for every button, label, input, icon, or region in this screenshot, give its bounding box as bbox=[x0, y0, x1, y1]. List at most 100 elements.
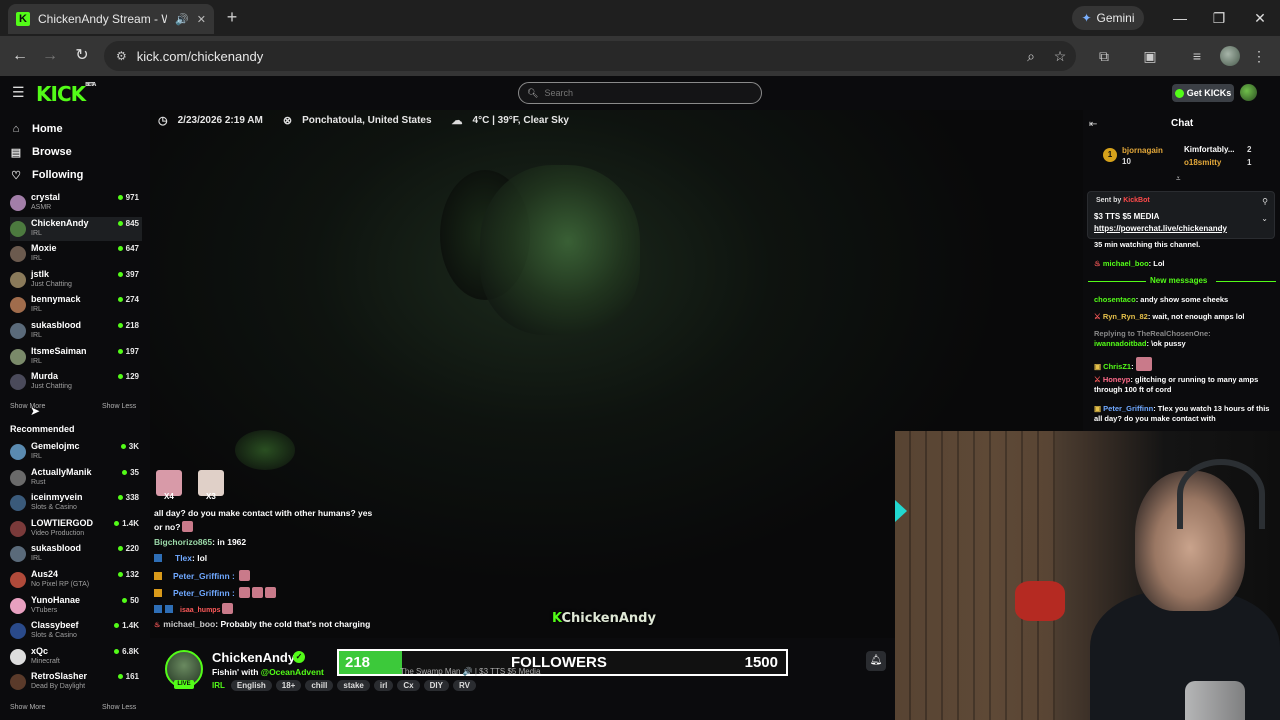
new-tab-button[interactable]: + bbox=[222, 7, 242, 27]
show-less-following-link[interactable]: Show Less bbox=[102, 403, 136, 410]
maximize-button[interactable]: ❐ bbox=[1207, 6, 1231, 30]
channel-avatar bbox=[10, 495, 26, 512]
show-less-recommended-link[interactable]: Show Less bbox=[102, 704, 136, 711]
sidebar-channel-murda[interactable]: Murda Just Chatting 129 bbox=[10, 370, 142, 394]
viewer-count-number: 197 bbox=[125, 346, 139, 356]
leaderboard-name[interactable]: Kimfortably... bbox=[1184, 145, 1235, 154]
leaderboard-name[interactable]: bjornagain bbox=[1122, 146, 1163, 155]
pin-icon[interactable]: ⚲ bbox=[1262, 197, 1268, 206]
sidebar-channel-classybeef[interactable]: Classybeef Slots & Casino 1.4K bbox=[10, 619, 142, 643]
kick-favicon-icon: K bbox=[16, 12, 30, 26]
back-icon[interactable]: ← bbox=[8, 44, 32, 68]
chat-username[interactable]: ChrisZ1 bbox=[1103, 362, 1131, 371]
chat-username[interactable]: Honeyp bbox=[1103, 375, 1131, 384]
sidebar-channel-lowtiergod[interactable]: LOWTIERGOD Video Production 1.4K bbox=[10, 517, 142, 541]
address-bar[interactable]: ⚙ kick.com/chickenandy bbox=[104, 41, 1076, 71]
chat-username[interactable]: Peter_Griffinn bbox=[1103, 404, 1153, 413]
bell-icon[interactable]: 🔔︎ bbox=[866, 651, 886, 671]
stream-glow bbox=[235, 430, 295, 470]
speaker-icon[interactable]: 🔊 bbox=[175, 13, 189, 26]
channel-watermark: KChickenAndy bbox=[552, 611, 656, 626]
gemini-button[interactable]: ✦ Gemini bbox=[1072, 6, 1144, 30]
sidebar-channel-sukasblood[interactable]: sukasblood IRL 218 bbox=[10, 319, 142, 343]
extensions-icon[interactable]: ⧉ bbox=[1092, 44, 1116, 68]
url-text[interactable]: kick.com/chickenandy bbox=[137, 49, 263, 64]
close-window-button[interactable]: ✕ bbox=[1248, 6, 1272, 30]
get-kicks-button[interactable]: Get KICKs bbox=[1172, 84, 1234, 102]
leaderboard-expand-icon[interactable]: ⩡ bbox=[1176, 174, 1181, 184]
viewer-count: 161 bbox=[117, 672, 139, 681]
sidebar-channel-chickenandy[interactable]: ChickenAndy IRL 845 bbox=[10, 216, 142, 241]
chat-username[interactable]: chosentaco bbox=[1094, 295, 1136, 304]
tag[interactable]: chill bbox=[305, 680, 334, 691]
media-control-icon[interactable]: ≡ bbox=[1185, 44, 1209, 68]
tab-close-icon[interactable]: ✕ bbox=[197, 13, 206, 26]
leaderboard-name[interactable]: o18smitty bbox=[1184, 158, 1221, 167]
sidebar-channel-sukasblood[interactable]: sukasblood IRL 220 bbox=[10, 542, 142, 566]
channel-name[interactable]: ChickenAndy bbox=[212, 650, 295, 665]
nav-home[interactable]: ⌂ Home bbox=[10, 120, 63, 138]
emote-image bbox=[265, 587, 277, 598]
sidebar-channel-yunohanae[interactable]: YunoHanae VTubers 50 bbox=[10, 594, 142, 618]
show-more-recommended-link[interactable]: Show More bbox=[10, 704, 45, 711]
recommended-title: Recommended bbox=[10, 424, 75, 434]
tag[interactable]: English bbox=[230, 680, 272, 691]
show-more-following-link[interactable]: Show More bbox=[10, 403, 45, 410]
live-dot-icon bbox=[117, 271, 123, 277]
overlay-chat-line: Peter_Griffinn : bbox=[154, 570, 251, 581]
live-dot-icon bbox=[114, 520, 120, 526]
sidebar-channel-bennymack[interactable]: bennymack IRL 274 bbox=[10, 293, 142, 317]
sidebar-channel-gemelojmc[interactable]: Gemelojmc IRL 3K bbox=[10, 440, 142, 464]
tag[interactable]: DIY bbox=[423, 680, 449, 691]
bookmark-star-icon[interactable]: ☆ bbox=[1050, 44, 1070, 68]
sidebar-channel-retroslasher[interactable]: RetroSlasher Dead By Daylight 161 bbox=[10, 670, 142, 694]
tag[interactable]: irl bbox=[373, 680, 394, 691]
chat-text: 35 min watching this channel. bbox=[1094, 240, 1201, 249]
chat-username[interactable]: iwannadoitbad bbox=[1094, 339, 1147, 348]
sidebar-channel-xqc[interactable]: xQc Minecraft 6.8K bbox=[10, 645, 142, 669]
sidebar-channel-actuallymanik[interactable]: ActuallyManik Rust 35 bbox=[10, 466, 142, 490]
site-info-icon[interactable]: ⚙ bbox=[116, 49, 127, 63]
watermark-text: ChickenAndy bbox=[561, 611, 656, 626]
emote-image bbox=[182, 521, 194, 532]
tag[interactable]: 18+ bbox=[275, 680, 302, 691]
tag[interactable]: Cx bbox=[397, 680, 420, 691]
zoom-icon[interactable]: ⌕ bbox=[1021, 44, 1041, 68]
browser-profile-avatar[interactable] bbox=[1220, 46, 1240, 66]
nav-browse[interactable]: ▤ Browse bbox=[10, 143, 72, 161]
user-avatar[interactable] bbox=[1240, 84, 1257, 101]
tag[interactable]: stake bbox=[337, 680, 370, 691]
chat-text: : \ok pussy bbox=[1146, 339, 1186, 348]
chevron-down-icon[interactable]: ⌄ bbox=[1261, 214, 1268, 223]
sidebar-channel-iceinmyvein[interactable]: iceinmyvein Slots & Casino 338 bbox=[10, 491, 142, 515]
minimize-button[interactable]: — bbox=[1168, 6, 1192, 30]
sidebar-channel-itsmesaiman[interactable]: ItsmeSaiman IRL 197 bbox=[10, 345, 142, 369]
browser-tab[interactable]: K ChickenAndy Stream - Watch 🔊 ✕ bbox=[8, 4, 214, 34]
pinned-link[interactable]: https://powerchat.live/chickenandy bbox=[1094, 224, 1227, 233]
reload-icon[interactable]: ↻ bbox=[70, 44, 94, 68]
site-search[interactable]: 🔍︎ bbox=[518, 82, 762, 104]
sidebar-channel-aus24[interactable]: Aus24 No Pixel RP (GTA) 132 bbox=[10, 568, 142, 592]
channel-name: YunoHanae bbox=[31, 594, 81, 605]
collapse-chat-icon[interactable]: ⇤ bbox=[1089, 119, 1097, 130]
leaderboard-rank: 1 bbox=[1103, 148, 1117, 162]
stream-title-mention[interactable]: @OceanAdvent bbox=[261, 667, 324, 677]
search-input[interactable] bbox=[544, 88, 745, 98]
browser-menu-icon[interactable]: ⋮ bbox=[1247, 44, 1271, 68]
sidebar-channel-jstlk[interactable]: jstlk Just Chatting 397 bbox=[10, 268, 142, 292]
chat-username[interactable]: Ryn_Ryn_82 bbox=[1103, 312, 1148, 321]
sidebar-channel-crystal[interactable]: crystal ASMR 971 bbox=[10, 191, 142, 215]
nav-following[interactable]: ♡ Following bbox=[10, 166, 83, 184]
kick-logo[interactable]: KICKBETA bbox=[36, 82, 96, 106]
tag[interactable]: RV bbox=[452, 680, 476, 691]
overlay-chat-line: all day? do you make contact with other … bbox=[154, 508, 373, 518]
emote-count: X3 bbox=[206, 492, 216, 501]
sidebar-channel-moxie[interactable]: Moxie IRL 647 bbox=[10, 242, 142, 266]
chat-username[interactable]: michael_boo bbox=[1103, 259, 1149, 268]
clock-icon: ◷ bbox=[158, 114, 168, 127]
category-link[interactable]: IRL bbox=[212, 681, 225, 690]
cast-icon[interactable]: ▣ bbox=[1138, 44, 1162, 68]
pinned-message[interactable]: Sent by KickBot ⚲ $3 TTS $5 MEDIA https:… bbox=[1087, 191, 1275, 239]
forward-icon[interactable]: → bbox=[38, 44, 62, 68]
hamburger-menu-icon[interactable]: ☰ bbox=[12, 85, 25, 99]
